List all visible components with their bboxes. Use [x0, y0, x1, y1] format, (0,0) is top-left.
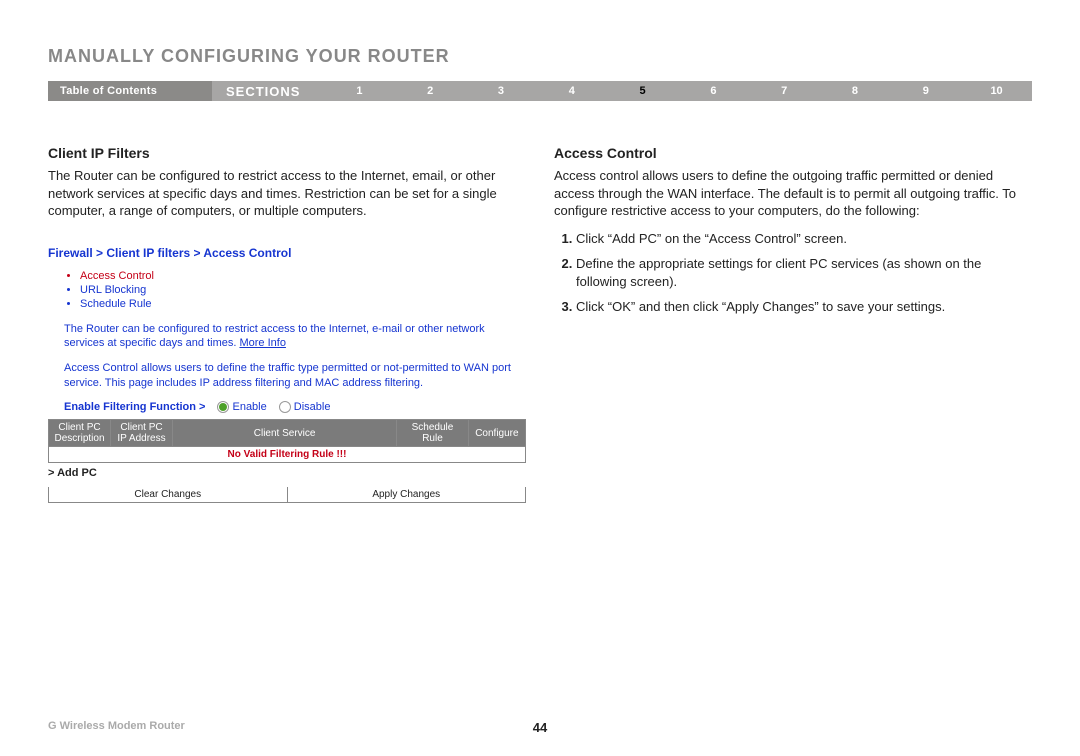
shot-desc-1: The Router can be configured to restrict…: [48, 322, 526, 352]
nav-section-4[interactable]: 4: [536, 81, 607, 101]
nav-section-3[interactable]: 3: [466, 81, 537, 101]
shot-desc-2: Access Control allows users to define th…: [48, 361, 526, 391]
radio-icon: [217, 401, 229, 413]
add-pc-link[interactable]: > Add PC: [48, 467, 97, 479]
right-body: Access control allows users to define th…: [554, 167, 1032, 220]
col-client-desc: Client PC Description: [49, 420, 111, 447]
right-heading: Access Control: [554, 145, 1032, 161]
section-navbar: Table of Contents SECTIONS 1 2 3 4 5 6 7…: [48, 81, 1032, 101]
menu-schedule-rule[interactable]: Schedule Rule: [80, 298, 152, 310]
col-schedule-rule: Schedule Rule: [397, 420, 469, 447]
footer-page: 44: [533, 720, 547, 735]
filter-table: Client PC Description Client PC IP Addre…: [48, 419, 526, 463]
left-body: The Router can be configured to restrict…: [48, 167, 526, 220]
steps-list: Click “Add PC” on the “Access Control” s…: [554, 230, 1032, 316]
enable-filtering-label: Enable Filtering Function >: [64, 401, 205, 413]
step-2: Define the appropriate settings for clie…: [576, 255, 1032, 290]
nav-section-10[interactable]: 10: [961, 81, 1032, 101]
radio-icon: [279, 401, 291, 413]
filter-menu: Access Control URL Blocking Schedule Rul…: [48, 270, 526, 310]
radio-enable[interactable]: Enable: [217, 401, 266, 413]
nav-sections-label: SECTIONS: [212, 81, 324, 101]
nav-section-9[interactable]: 9: [890, 81, 961, 101]
nav-section-7[interactable]: 7: [749, 81, 820, 101]
nav-section-6[interactable]: 6: [678, 81, 749, 101]
nav-section-1[interactable]: 1: [324, 81, 395, 101]
radio-disable[interactable]: Disable: [279, 401, 331, 413]
left-heading: Client IP Filters: [48, 145, 526, 161]
nav-section-2[interactable]: 2: [395, 81, 466, 101]
col-configure: Configure: [468, 420, 525, 447]
clear-changes-button[interactable]: Clear Changes: [49, 487, 288, 502]
footer-product: G Wireless Modem Router: [48, 720, 185, 732]
col-client-service: Client Service: [173, 420, 397, 447]
page-title: MANUALLY CONFIGURING YOUR ROUTER: [48, 46, 1032, 67]
breadcrumb: Firewall > Client IP filters > Access Co…: [48, 246, 526, 260]
nav-section-5[interactable]: 5: [607, 81, 678, 101]
no-valid-rule: No Valid Filtering Rule !!!: [49, 447, 526, 463]
menu-url-blocking[interactable]: URL Blocking: [80, 284, 146, 296]
nav-toc[interactable]: Table of Contents: [48, 81, 212, 101]
apply-changes-button[interactable]: Apply Changes: [288, 487, 526, 502]
nav-section-8[interactable]: 8: [820, 81, 891, 101]
col-client-ip: Client PC IP Address: [111, 420, 173, 447]
menu-access-control[interactable]: Access Control: [80, 270, 154, 282]
step-3: Click “OK” and then click “Apply Changes…: [576, 298, 1032, 316]
step-1: Click “Add PC” on the “Access Control” s…: [576, 230, 1032, 248]
more-info-link[interactable]: More Info: [239, 337, 285, 349]
embedded-screenshot: Firewall > Client IP filters > Access Co…: [48, 246, 526, 503]
